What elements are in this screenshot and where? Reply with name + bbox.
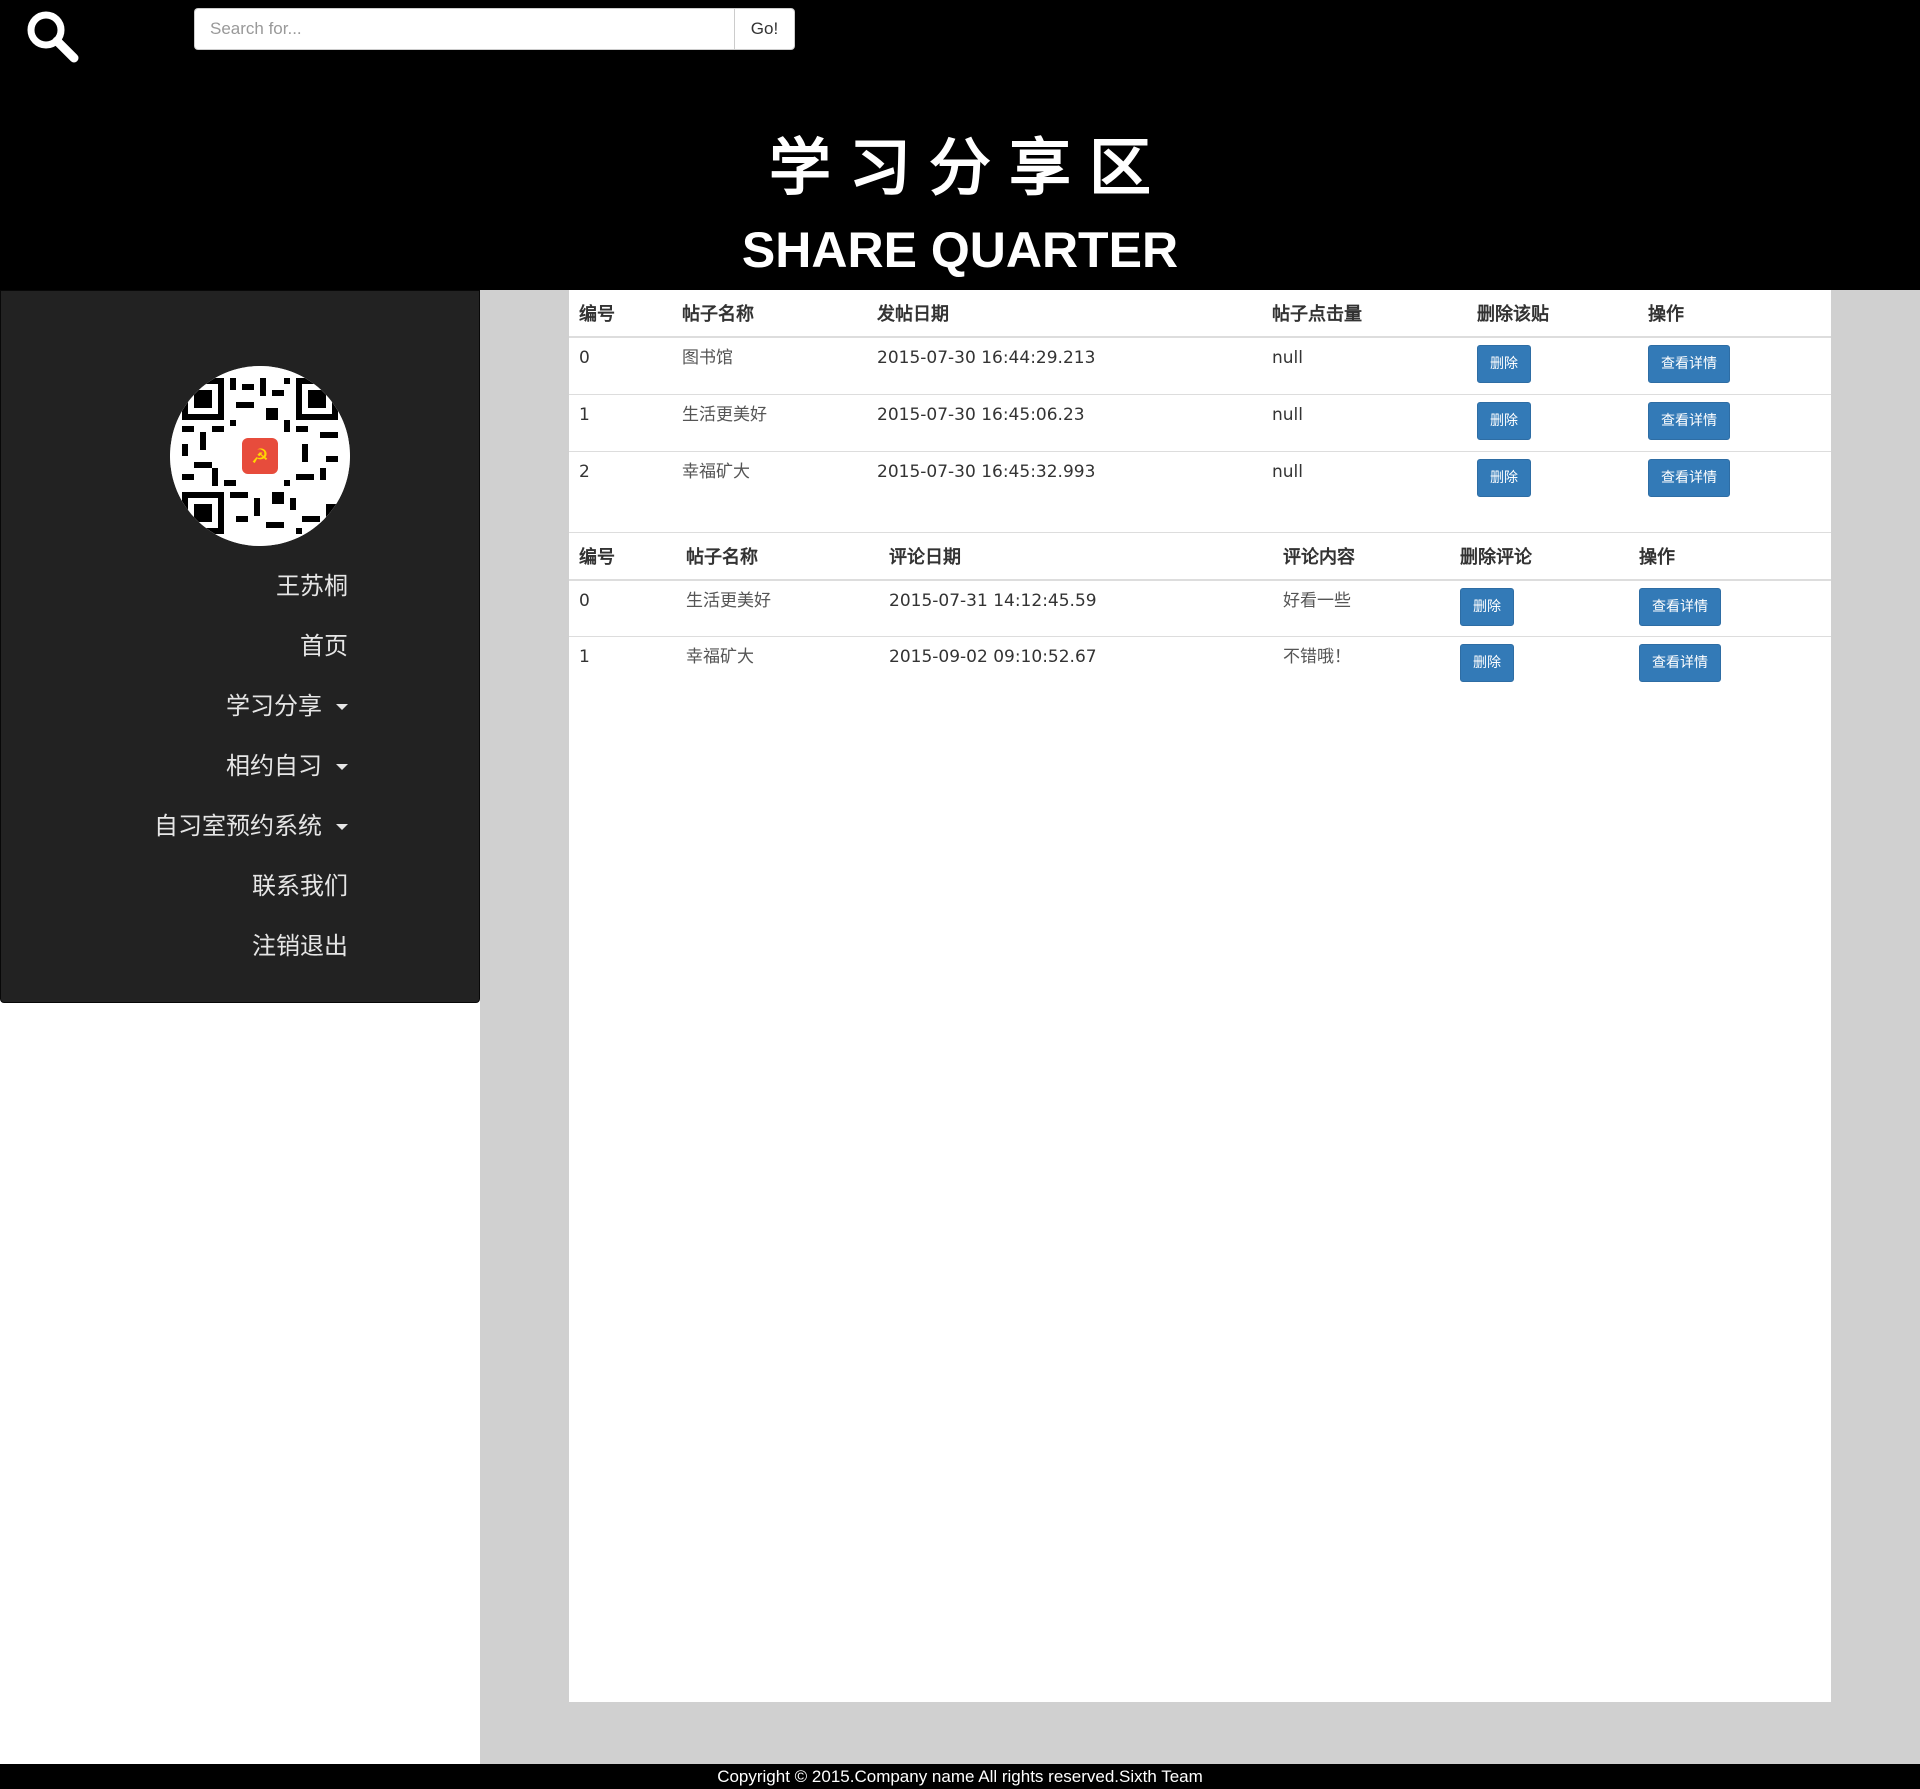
page-title-en: SHARE QUARTER <box>741 222 1179 278</box>
footer: Copyright © 2015.Company name All rights… <box>0 1764 1920 1789</box>
view-details-button[interactable]: 查看详情 <box>1639 587 1721 626</box>
delete-cell: 删除 <box>1467 451 1638 532</box>
column-header: 删除该贴 <box>1467 290 1638 338</box>
comment-id: 0 <box>569 579 676 637</box>
table-row: 0 图书馆 2015-07-30 16:44:29.213 null 删除 查看… <box>569 337 1831 395</box>
column-header: 删除评论 <box>1450 532 1629 581</box>
sidebar-nav: 王苏桐 首页 学习分享 相约自习 自习室预约系统 联系我们 注销退出 <box>154 556 348 976</box>
delete-cell: 删除 <box>1467 394 1638 452</box>
post-id: 0 <box>569 337 672 395</box>
post-date: 2015-07-30 16:45:06.23 <box>867 394 1262 452</box>
sidebar-item-label: 首页 <box>300 632 348 660</box>
comments-table: 编号 帖子名称 评论日期 评论内容 删除评论 操作 0 生活更美好 2015-0… <box>569 532 1831 694</box>
table-row: 0 生活更美好 2015-07-31 14:12:45.59 好看一些 删除 查… <box>569 579 1831 637</box>
sidebar-item-room-booking[interactable]: 自习室预约系统 <box>154 796 348 856</box>
post-clicks: null <box>1262 337 1467 395</box>
column-header: 操作 <box>1638 290 1831 338</box>
post-clicks: null <box>1272 461 1303 482</box>
caret-down-icon <box>336 704 348 710</box>
delete-post-button[interactable]: 删除 <box>1477 345 1531 383</box>
comment-post-name: 幸福矿大 <box>686 647 754 667</box>
sidebar: ☭ 王苏桐 首页 学习分享 相约自习 自习室预约系统 联系我们 注销退出 <box>0 290 480 1003</box>
sidebar-item-label: 学习分享 <box>226 692 322 720</box>
view-details-button[interactable]: 查看详情 <box>1648 458 1730 497</box>
post-date: 2015-07-30 16:44:29.213 <box>867 337 1262 395</box>
post-name: 图书馆 <box>672 337 867 395</box>
table-row: 1 生活更美好 2015-07-30 16:45:06.23 null 删除 查… <box>569 394 1831 452</box>
sidebar-item-home[interactable]: 首页 <box>154 616 348 676</box>
caret-down-icon <box>336 764 348 770</box>
column-header: 评论日期 <box>879 532 1273 581</box>
sidebar-item-logout[interactable]: 注销退出 <box>154 916 348 976</box>
delete-post-button[interactable]: 删除 <box>1477 401 1531 440</box>
sidebar-item-label: 相约自习 <box>226 752 322 780</box>
column-header: 发帖日期 <box>867 290 1262 338</box>
table-row: 1 幸福矿大 2015-09-02 09:10:52.67 不错哦！ 删除 查看… <box>569 637 1831 694</box>
copyright-text: Copyright © 2015.Company name All rights… <box>717 1767 1203 1786</box>
page-title-cn: 学习分享区 <box>768 131 1169 204</box>
main-panel: 编号 帖子名称 发帖日期 帖子点击量 删除该贴 操作 0 图书馆 2015-07… <box>569 290 1831 1702</box>
caret-down-icon <box>336 824 348 830</box>
table-row: 2 幸福矿大 2015-07-30 16:45:32.993 null 删除 查… <box>569 451 1831 532</box>
search-group: Go! <box>194 8 795 50</box>
column-header: 编号 <box>569 532 676 581</box>
delete-post-button[interactable]: 删除 <box>1477 458 1531 497</box>
column-header: 编号 <box>569 290 672 338</box>
posts-table: 编号 帖子名称 发帖日期 帖子点击量 删除该贴 操作 0 图书馆 2015-07… <box>569 290 1831 532</box>
column-header: 帖子名称 <box>672 290 867 338</box>
sidebar-item-label: 王苏桐 <box>276 572 348 600</box>
view-details-button[interactable]: 查看详情 <box>1639 644 1721 682</box>
action-cell: 查看详情 <box>1629 579 1831 637</box>
post-name: 幸福矿大 <box>682 461 750 482</box>
view-details-button[interactable]: 查看详情 <box>1648 401 1730 440</box>
search-input[interactable] <box>194 8 734 50</box>
delete-comment-button[interactable]: 删除 <box>1460 587 1514 626</box>
avatar-qr-code: ☭ <box>170 366 350 546</box>
view-details-button[interactable]: 查看详情 <box>1648 345 1730 383</box>
table-header-row: 编号 帖子名称 发帖日期 帖子点击量 删除该贴 操作 <box>569 290 1831 338</box>
qr-code-icon: ☭ <box>170 366 350 546</box>
go-button[interactable]: Go! <box>734 8 795 50</box>
delete-cell: 删除 <box>1450 637 1629 694</box>
post-name: 生活更美好 <box>672 394 867 452</box>
comment-content: 好看一些 <box>1273 579 1450 637</box>
header: Go! 学习分享区 SHARE QUARTER <box>0 0 1920 290</box>
delete-cell: 删除 <box>1450 579 1629 637</box>
comment-date: 2015-07-31 14:12:45.59 <box>879 579 1273 637</box>
sidebar-item-label: 自习室预约系统 <box>154 812 322 840</box>
sidebar-item-study-share[interactable]: 学习分享 <box>154 676 348 736</box>
action-cell: 查看详情 <box>1638 394 1831 452</box>
sidebar-item-label: 联系我们 <box>252 872 348 900</box>
sidebar-item-username[interactable]: 王苏桐 <box>154 556 348 616</box>
comment-date: 2015-09-02 09:10:52.67 <box>889 647 1097 667</box>
sidebar-item-label: 注销退出 <box>252 932 348 960</box>
post-id: 2 <box>579 461 590 482</box>
search-icon[interactable] <box>24 8 80 64</box>
table-header-row: 编号 帖子名称 评论日期 评论内容 删除评论 操作 <box>569 532 1831 581</box>
action-cell: 查看详情 <box>1638 451 1831 532</box>
column-header: 评论内容 <box>1273 532 1450 581</box>
post-id: 1 <box>569 394 672 452</box>
comment-id: 1 <box>579 647 590 667</box>
post-date: 2015-07-30 16:45:32.993 <box>877 461 1096 482</box>
column-header: 帖子名称 <box>676 532 879 581</box>
post-clicks: null <box>1262 394 1467 452</box>
comment-content: 不错哦！ <box>1283 647 1351 667</box>
column-header: 操作 <box>1629 532 1831 581</box>
svg-text:☭: ☭ <box>251 444 269 468</box>
action-cell: 查看详情 <box>1629 637 1831 694</box>
sidebar-item-study-together[interactable]: 相约自习 <box>154 736 348 796</box>
column-header: 帖子点击量 <box>1262 290 1467 338</box>
delete-comment-button[interactable]: 删除 <box>1460 644 1514 682</box>
delete-cell: 删除 <box>1467 337 1638 395</box>
action-cell: 查看详情 <box>1638 337 1831 395</box>
comment-post-name: 生活更美好 <box>676 579 879 637</box>
sidebar-item-contact[interactable]: 联系我们 <box>154 856 348 916</box>
